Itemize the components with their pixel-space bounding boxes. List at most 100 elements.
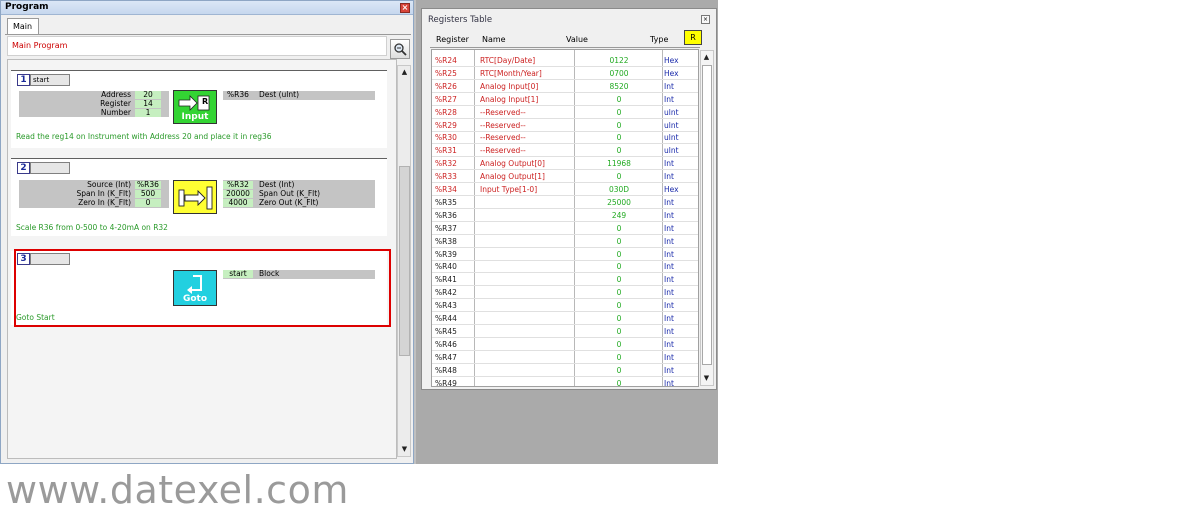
scroll-thumb[interactable]	[702, 65, 712, 365]
value-cell[interactable]: 249	[574, 211, 664, 220]
value-cell[interactable]: 0	[574, 379, 664, 387]
value-cell[interactable]: 0122	[574, 56, 664, 65]
output-value[interactable]: %R32	[223, 181, 253, 189]
value-cell[interactable]: 8520	[574, 82, 664, 91]
header-value[interactable]: Value	[566, 35, 588, 44]
value-cell[interactable]: 0	[574, 121, 664, 130]
scroll-up-icon[interactable]: ▲	[701, 52, 712, 63]
value-cell[interactable]: 0	[574, 366, 664, 375]
type-cell[interactable]: Hex	[664, 56, 679, 65]
type-cell[interactable]: Int	[664, 159, 674, 168]
table-row[interactable]: %R33 Analog Output[1] 0 Int	[432, 170, 698, 184]
value-cell[interactable]: 25000	[574, 198, 664, 207]
value-cell[interactable]: 0	[574, 146, 664, 155]
value-cell[interactable]: 0	[574, 133, 664, 142]
type-cell[interactable]: Int	[664, 340, 674, 349]
table-row[interactable]: %R27 Analog Input[1] 0 Int	[432, 93, 698, 106]
type-cell[interactable]: ulnt	[664, 121, 679, 130]
value-cell[interactable]: 0	[574, 250, 664, 259]
table-row[interactable]: %R48 0 Int	[432, 364, 698, 377]
value-cell[interactable]: 0	[574, 224, 664, 233]
value-cell[interactable]: 0700	[574, 69, 664, 78]
value-cell[interactable]: 0	[574, 262, 664, 271]
table-row[interactable]: %R39 0 Int	[432, 248, 698, 261]
close-icon[interactable]: ×	[701, 15, 710, 24]
value-cell[interactable]: 0	[574, 237, 664, 246]
table-row[interactable]: %R24 RTC[Day/Date] 0122 Hex	[432, 54, 698, 67]
value-cell[interactable]: 0	[574, 301, 664, 310]
table-row[interactable]: %R35 25000 Int	[432, 196, 698, 209]
type-cell[interactable]: Int	[664, 379, 674, 387]
input-icon[interactable]: R Input	[173, 90, 217, 124]
table-row[interactable]: %R37 0 Int	[432, 222, 698, 235]
table-row[interactable]: %R32 Analog Output[0] 11968 Int	[432, 157, 698, 171]
param-value[interactable]: 20	[135, 91, 161, 99]
type-cell[interactable]: Int	[664, 224, 674, 233]
value-cell[interactable]: 0	[574, 172, 664, 181]
value-cell[interactable]: 0	[574, 340, 664, 349]
value-cell[interactable]: 0	[574, 314, 664, 323]
table-row[interactable]: %R42 0 Int	[432, 286, 698, 300]
table-row[interactable]: %R43 0 Int	[432, 299, 698, 313]
type-cell[interactable]: Int	[664, 353, 674, 362]
table-row[interactable]: %R29 --Reserved-- 0 ulnt	[432, 119, 698, 132]
block-label[interactable]: start	[30, 74, 70, 86]
table-row[interactable]: %R28 --Reserved-- 0 ulnt	[432, 106, 698, 119]
type-cell[interactable]: Int	[664, 301, 674, 310]
block-label[interactable]	[30, 162, 70, 174]
param-value[interactable]: 500	[135, 190, 161, 198]
value-cell[interactable]: 0	[574, 327, 664, 336]
type-cell[interactable]: Int	[664, 250, 674, 259]
type-cell[interactable]: ulnt	[664, 146, 679, 155]
value-cell[interactable]: 0	[574, 353, 664, 362]
zoom-button[interactable]	[390, 39, 410, 59]
value-cell[interactable]: 030D	[574, 185, 664, 194]
param-value[interactable]: 14	[135, 100, 161, 108]
type-cell[interactable]: ulnt	[664, 108, 679, 117]
type-cell[interactable]: Hex	[664, 185, 679, 194]
type-cell[interactable]: Int	[664, 95, 674, 104]
table-row[interactable]: %R38 0 Int	[432, 235, 698, 248]
registers-scrollbar[interactable]: ▲ ▼	[700, 50, 714, 386]
table-row[interactable]: %R26 Analog Input[0] 8520 Int	[432, 80, 698, 93]
type-cell[interactable]: Int	[664, 237, 674, 246]
table-row[interactable]: %R31 --Reserved-- 0 ulnt	[432, 144, 698, 158]
program-block-1[interactable]: 1 start Address Register Number 20 14 1 …	[11, 70, 387, 148]
program-block-2[interactable]: 2 Source (Int) Span In (K_Flt) Zero In (…	[11, 158, 387, 236]
r-button[interactable]: R	[684, 30, 702, 45]
param-value[interactable]: %R36	[135, 181, 161, 189]
table-row[interactable]: %R41 0 Int	[432, 273, 698, 287]
value-cell[interactable]: 0	[574, 108, 664, 117]
header-type[interactable]: Type	[650, 35, 668, 44]
table-row[interactable]: %R45 0 Int	[432, 325, 698, 338]
program-scrollbar[interactable]: ▲ ▼	[397, 65, 411, 457]
tab-main[interactable]: Main	[7, 18, 39, 34]
type-cell[interactable]: Int	[664, 262, 674, 271]
param-value[interactable]: 0	[135, 199, 161, 207]
header-register[interactable]: Register	[436, 35, 469, 44]
table-row[interactable]: %R30 --Reserved-- 0 ulnt	[432, 131, 698, 145]
table-row[interactable]: %R46 0 Int	[432, 338, 698, 351]
output-value[interactable]: 4000	[223, 199, 253, 207]
type-cell[interactable]: Int	[664, 327, 674, 336]
close-icon[interactable]: ×	[400, 3, 410, 13]
value-cell[interactable]: 0	[574, 95, 664, 104]
table-row[interactable]: %R44 0 Int	[432, 312, 698, 325]
type-cell[interactable]: Int	[664, 172, 674, 181]
type-cell[interactable]: Int	[664, 275, 674, 284]
scroll-thumb[interactable]	[399, 166, 410, 356]
type-cell[interactable]: Int	[664, 211, 674, 220]
scroll-down-icon[interactable]: ▼	[399, 444, 410, 455]
table-row[interactable]: %R25 RTC[Month/Year] 0700 Hex	[432, 67, 698, 80]
type-cell[interactable]: Int	[664, 198, 674, 207]
table-row[interactable]: %R47 0 Int	[432, 351, 698, 364]
type-cell[interactable]: Int	[664, 288, 674, 297]
type-cell[interactable]: Int	[664, 82, 674, 91]
type-cell[interactable]: Hex	[664, 69, 679, 78]
type-cell[interactable]: Int	[664, 366, 674, 375]
scale-icon[interactable]	[173, 180, 217, 214]
scroll-down-icon[interactable]: ▼	[701, 373, 712, 384]
param-value[interactable]: 1	[135, 109, 161, 117]
type-cell[interactable]: Int	[664, 314, 674, 323]
table-row[interactable]: %R40 0 Int	[432, 260, 698, 274]
